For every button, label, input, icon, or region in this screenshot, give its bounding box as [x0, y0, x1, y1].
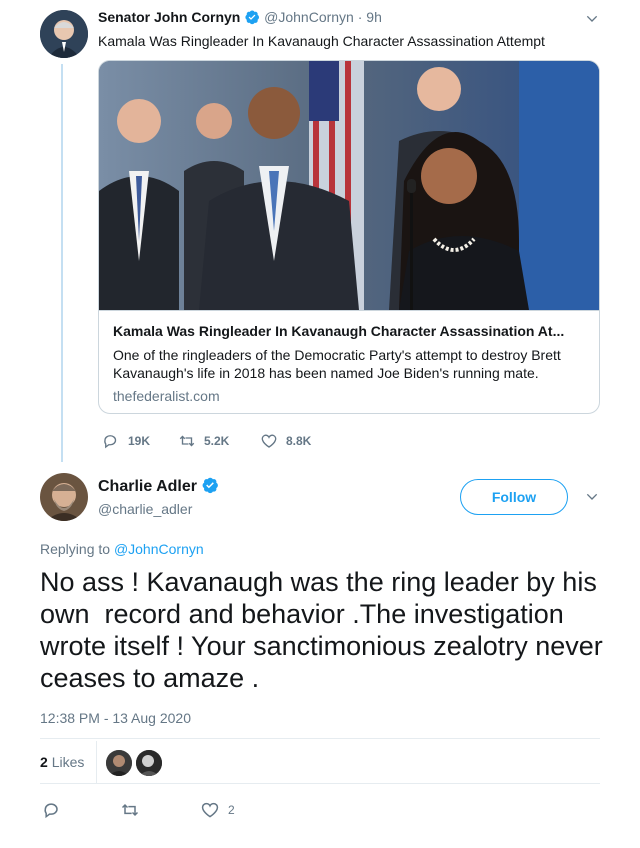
avatar-image — [106, 750, 132, 776]
avatar-image — [40, 10, 88, 58]
chevron-down-icon[interactable] — [584, 11, 600, 27]
like-action[interactable]: 2 — [200, 800, 235, 820]
replying-to-label: Replying to — [40, 541, 111, 557]
follow-button[interactable]: Follow — [460, 479, 568, 515]
reply-author-block: Charlie Adler @charlie_adler — [98, 476, 219, 517]
reply-tweet-text: No ass ! Kavanaugh was the ring leader b… — [40, 567, 611, 693]
like-count: 8.8K — [286, 434, 312, 448]
author-name[interactable]: Senator John Cornyn — [98, 9, 240, 25]
retweet-icon — [179, 435, 195, 447]
likes-summary[interactable]: 2 Likes — [40, 754, 84, 770]
parent-tweet-text: Kamala Was Ringleader In Kavanaugh Chara… — [98, 33, 545, 49]
divider — [40, 783, 600, 784]
like-count: 2 — [228, 803, 235, 817]
parent-tweet-header: Senator John Cornyn @JohnCornyn · 9h — [98, 9, 382, 25]
likes-count: 2 — [40, 754, 48, 770]
reply-author-name[interactable]: Charlie Adler — [98, 478, 197, 495]
verified-badge-icon — [203, 477, 219, 494]
tweet-timestamp[interactable]: 12:38 PM - 13 Aug 2020 — [40, 710, 191, 726]
avatar-image — [40, 473, 88, 521]
card-description: One of the ringleaders of the Democratic… — [113, 347, 561, 381]
avatar-charlie-adler[interactable] — [40, 473, 88, 521]
retweet-action[interactable]: 5.2K — [178, 432, 229, 450]
reply-icon — [104, 435, 117, 449]
card-body: Kamala Was Ringleader In Kavanaugh Chara… — [99, 310, 599, 413]
reply-action[interactable]: 19K — [102, 432, 150, 450]
divider — [40, 738, 600, 739]
reply-count: 19K — [128, 434, 151, 448]
heart-icon — [261, 434, 277, 448]
avatar-image — [136, 750, 162, 776]
dot-separator: · — [357, 9, 363, 25]
reply-author-handle[interactable]: @charlie_adler — [98, 501, 219, 517]
author-handle[interactable]: @JohnCornyn — [264, 9, 354, 25]
verified-badge-icon — [245, 10, 260, 25]
retweet-count: 5.2K — [204, 434, 230, 448]
card-domain: thefederalist.com — [113, 388, 220, 404]
like-action[interactable]: 8.8K — [260, 432, 311, 450]
thread-line — [61, 64, 63, 462]
reply-icon[interactable] — [42, 800, 62, 820]
replying-to: Replying to @JohnCornyn — [40, 541, 204, 557]
tweet-time[interactable]: 9h — [366, 9, 382, 25]
chevron-down-icon[interactable] — [584, 489, 600, 505]
vertical-divider — [96, 741, 97, 783]
liker-avatar[interactable] — [136, 750, 162, 776]
liker-avatar[interactable] — [106, 750, 132, 776]
replying-to-handle[interactable]: @JohnCornyn — [114, 541, 204, 557]
link-card[interactable]: Kamala Was Ringleader In Kavanaugh Chara… — [98, 60, 600, 414]
avatar-john-cornyn[interactable] — [40, 10, 88, 58]
card-title: Kamala Was Ringleader In Kavanaugh Chara… — [113, 323, 565, 339]
likes-label: Likes — [51, 754, 85, 770]
retweet-icon[interactable] — [120, 800, 140, 820]
heart-icon — [201, 802, 219, 818]
card-image — [99, 61, 599, 310]
